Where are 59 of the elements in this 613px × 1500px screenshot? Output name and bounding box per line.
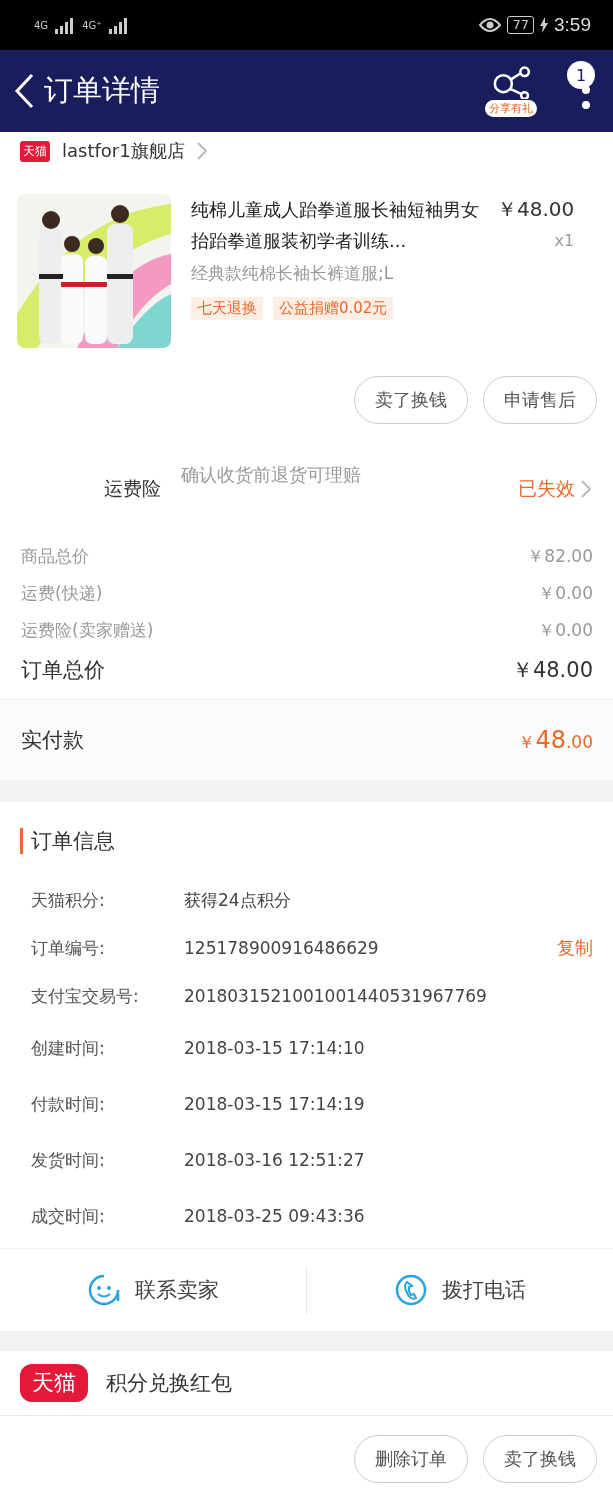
- info-label: 付款时间:: [31, 1092, 106, 1116]
- product-variant: 经典款纯棉长袖长裤道服;L: [191, 262, 395, 285]
- notification-badge: 1: [567, 61, 595, 89]
- promo-logo: 天猫: [20, 1364, 88, 1402]
- total-value: ￥48.00: [511, 657, 593, 684]
- info-value: 2018-03-15 17:14:19: [184, 1094, 366, 1114]
- chevron-right-icon: [581, 480, 591, 498]
- info-label: 成交时间:: [31, 1204, 106, 1228]
- info-label: 支付宝交易号:: [31, 984, 140, 1008]
- share-badge: 分享有礼: [485, 100, 537, 117]
- page-title: 订单详情: [44, 72, 161, 109]
- phone-icon[interactable]: [394, 1273, 428, 1307]
- charging-icon: [540, 17, 548, 33]
- section-title: 订单信息: [20, 828, 593, 854]
- chat-icon[interactable]: [87, 1273, 121, 1307]
- info-value: 2018-03-16 12:51:27: [184, 1150, 366, 1170]
- action-button[interactable]: 卖了换钱: [354, 376, 468, 424]
- promo-title: 积分兑换红包: [106, 1370, 232, 1397]
- paid-label: 实付款: [21, 727, 84, 754]
- action-button[interactable]: 申请售后: [483, 376, 597, 424]
- insurance-label: 运费险: [104, 476, 161, 501]
- info-label: 创建时间:: [31, 1036, 106, 1060]
- action-button[interactable]: 删除订单: [354, 1434, 468, 1483]
- price-label: 运费险(卖家赠送): [21, 619, 154, 642]
- more-icon[interactable]: [581, 85, 591, 111]
- info-value: 2018-03-15 17:14:10: [184, 1038, 366, 1058]
- info-value: 2018031521001001440531967769: [184, 986, 488, 1006]
- info-label: 发货时间:: [31, 1148, 106, 1172]
- price-label: 商品总价: [21, 545, 89, 568]
- price-value: ￥0.00: [538, 619, 593, 642]
- network-label: 4G: [34, 19, 49, 31]
- service-tag: 七天退换: [191, 297, 263, 320]
- info-label: 订单编号:: [31, 936, 106, 960]
- price-value: ￥82.00: [527, 545, 593, 568]
- info-value: 2018-03-25 09:43:36: [184, 1206, 366, 1226]
- action-button[interactable]: 卖了换钱: [483, 1434, 597, 1483]
- contact-button[interactable]: 联系卖家: [135, 1276, 219, 1304]
- battery-level: 77: [507, 16, 534, 34]
- paid-amount: ￥48.00: [518, 726, 593, 754]
- network-label: 4G⁺: [82, 19, 102, 31]
- chevron-right-icon: [196, 142, 207, 160]
- signal-icon: [107, 16, 130, 34]
- eye-icon: [479, 17, 502, 33]
- price-label: 运费(快递): [21, 582, 103, 605]
- store-name[interactable]: lastfor1旗舰店: [62, 139, 185, 163]
- clock: 3:59: [554, 14, 591, 36]
- info-value: 125178900916486629: [184, 938, 380, 958]
- price-value: ￥0.00: [538, 582, 593, 605]
- service-tag: 公益捐赠0.02元: [273, 297, 394, 320]
- contact-button[interactable]: 拨打电话: [442, 1276, 526, 1304]
- store-logo: 天猫: [20, 140, 50, 162]
- product-title[interactable]: 纯棉儿童成人跆拳道服长袖短袖男女抬跆拳道服装初学者训练...: [191, 194, 487, 256]
- info-label: 天猫积分:: [31, 888, 106, 912]
- back-icon[interactable]: [14, 73, 34, 109]
- info-value: 获得24点积分: [184, 888, 292, 912]
- insurance-description: 确认收货前退货可理赔: [181, 463, 361, 487]
- product-price: ￥48.00: [497, 196, 575, 223]
- product-quantity: x1: [554, 231, 575, 250]
- total-label: 订单总价: [21, 657, 105, 684]
